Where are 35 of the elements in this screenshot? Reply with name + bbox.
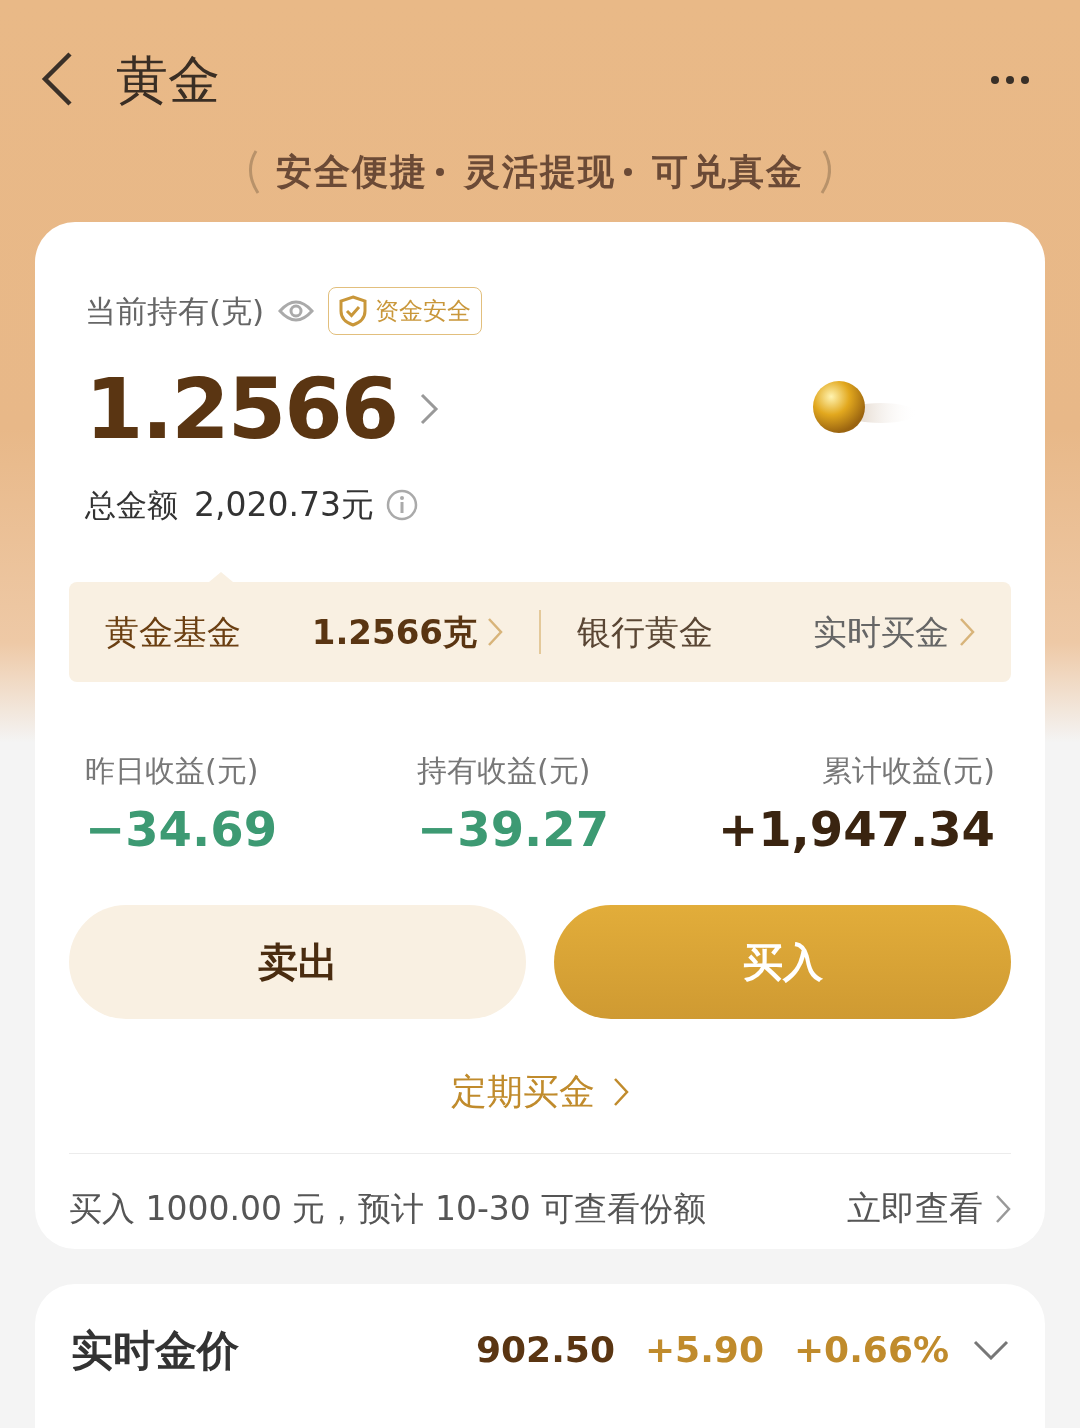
chevron-right-icon [613,1077,629,1107]
slogan-text: 灵活提现 [464,150,616,194]
price-change: +5.90 [644,1328,764,1372]
eye-icon[interactable] [278,299,315,323]
section-title: 实时金价 [71,1324,239,1377]
earnings-value: −39.27 [417,800,610,859]
earnings-label: 昨日收益(元) [85,752,259,790]
chevron-down-icon[interactable] [973,1340,1009,1360]
sell-button[interactable]: 卖出 [69,905,526,1019]
chevron-right-icon [487,617,503,647]
shield-check-icon [339,295,368,327]
chevron-right-icon[interactable] [419,392,440,426]
slogan-text: 安全便捷 [276,150,428,194]
back-icon[interactable] [40,51,74,107]
current-price: 902.50 [476,1328,615,1372]
earnings-value: +1,947.34 [717,800,995,859]
earnings-label: 持有收益(元) [417,752,591,790]
more-icon[interactable] [990,75,1030,85]
slogan-text: 可兑真金 [652,150,804,194]
holding-segment[interactable]: 银行黄金 实时买金 [541,582,1011,682]
holding-amount[interactable]: 1.2566 [85,367,398,451]
chevron-right-icon [995,1193,1011,1224]
view-now-link[interactable]: 立即查看 [847,1183,1011,1234]
total-value: 2,020.73元 [194,484,374,527]
earnings-label: 累计收益(元) [821,752,995,790]
total-label: 总金额 [85,485,178,525]
holding-label: 当前持有(克) [85,291,265,331]
chevron-right-icon [959,617,975,647]
holding-segment[interactable]: 黄金基金 1.2566克 [69,582,539,682]
purchase-notice: 买入 1000.00 元，预计 10-30 可查看份额 [69,1187,707,1230]
price-percent: +0.66% [793,1328,949,1372]
safety-badge: 资金安全 [328,287,483,335]
earnings-value: −34.69 [85,800,278,859]
page-title: 黄金 [116,54,220,106]
info-icon[interactable] [385,489,418,521]
